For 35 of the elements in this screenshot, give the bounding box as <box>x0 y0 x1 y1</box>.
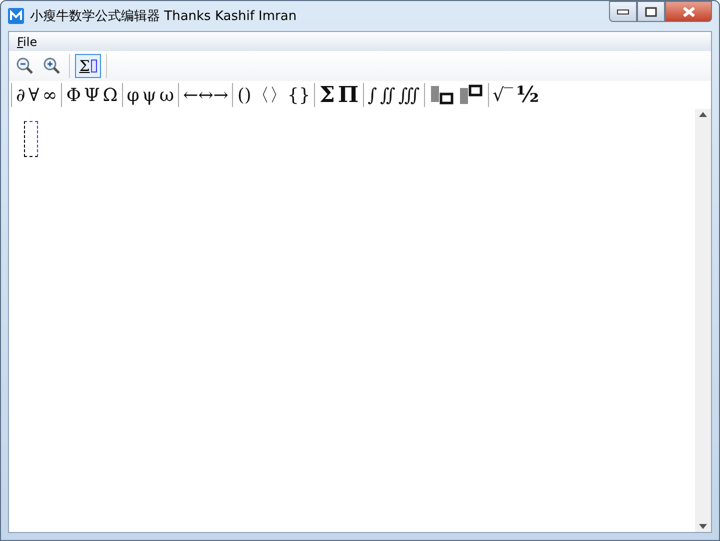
symbol-button[interactable]: Ψ <box>84 84 100 106</box>
symbol-button[interactable]: Π <box>338 82 359 108</box>
symbol-button[interactable]: ½ <box>516 82 540 108</box>
symbol-button[interactable]: ∂ <box>16 84 26 106</box>
formula-toggle-button[interactable]: Σ <box>75 54 101 78</box>
menu-item[interactable]: File <box>15 34 40 48</box>
maximize-button[interactable] <box>637 1 665 22</box>
symbol-button[interactable]: ∫ <box>368 84 378 106</box>
symbol-button[interactable]: Ω <box>102 84 118 106</box>
symbol-button[interactable]: √‾ <box>492 84 514 106</box>
symbol-button[interactable]: ω <box>159 84 174 106</box>
superscript-icon[interactable] <box>458 84 484 106</box>
minimize-button[interactable] <box>609 1 637 22</box>
symbol-button[interactable]: Φ <box>66 84 81 106</box>
close-icon <box>682 6 696 16</box>
symbol-button[interactable]: ∬ <box>380 84 396 106</box>
placeholder-box-icon <box>90 59 97 73</box>
scroll-down-icon[interactable] <box>699 524 707 529</box>
symbol-button[interactable]: ()〈〉{} <box>237 83 310 107</box>
symbol-button[interactable]: ψ <box>142 84 156 106</box>
symbol-button[interactable]: ←↔→ <box>183 84 228 106</box>
scroll-up-icon[interactable] <box>699 112 707 117</box>
window-title: 小瘦牛数学公式编辑器 Thanks Kashif Imran <box>30 8 297 25</box>
scrollbar[interactable] <box>695 109 711 532</box>
symbol-button[interactable]: ∀ <box>28 84 40 106</box>
close-button[interactable] <box>665 1 712 22</box>
symbol-button[interactable]: ∭ <box>398 84 420 106</box>
app-icon <box>8 8 24 24</box>
symbol-button[interactable]: Σ <box>319 82 335 108</box>
maximize-icon <box>645 6 657 16</box>
subscript-icon[interactable] <box>428 84 455 106</box>
minimize-icon <box>617 8 629 14</box>
symbol-button[interactable]: ∞ <box>42 84 58 106</box>
input-placeholder-box[interactable] <box>24 121 38 157</box>
symbol-button[interactable]: φ <box>126 84 140 106</box>
